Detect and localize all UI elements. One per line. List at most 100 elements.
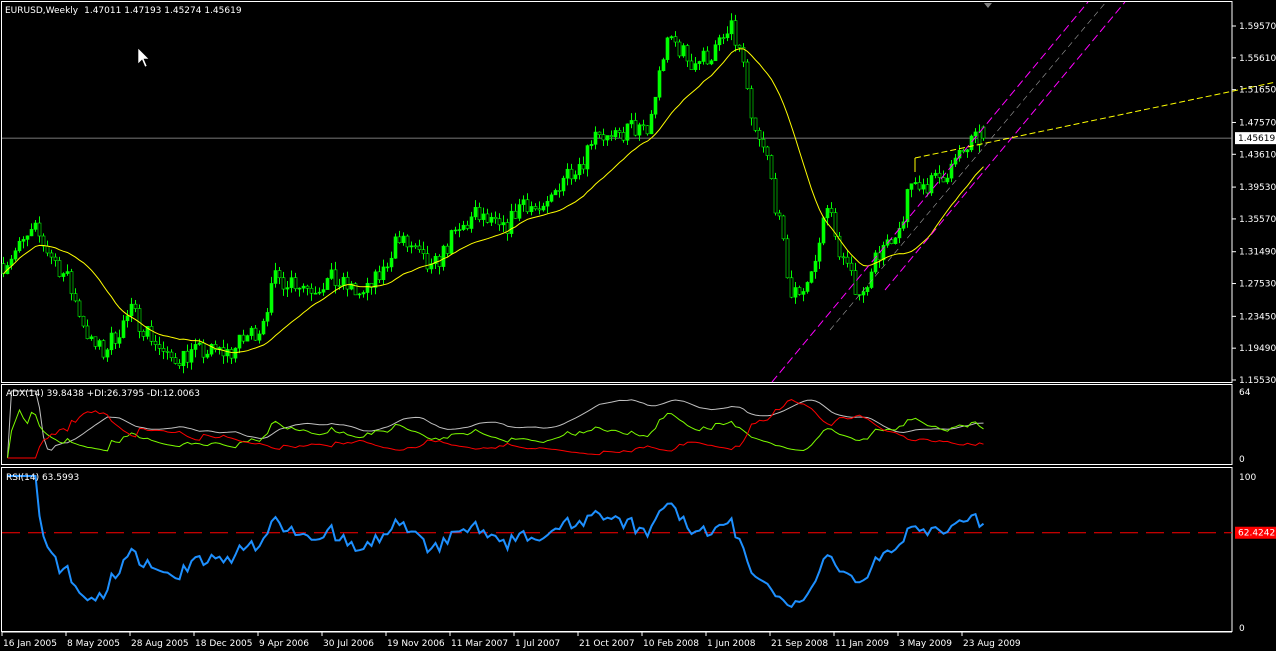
candle xyxy=(49,252,54,258)
pane-frames xyxy=(1,1,1233,632)
chart-canvas[interactable]: 1.59570 1.55610 1.51650 1.47570 1.43610 1.395… xyxy=(0,0,1276,651)
candle xyxy=(13,250,18,260)
candle xyxy=(573,174,578,180)
candle xyxy=(193,344,198,350)
trendlines[interactable] xyxy=(771,1,1276,383)
candle xyxy=(17,240,22,252)
candle xyxy=(261,320,266,335)
candle xyxy=(381,266,386,281)
y-tick-label: 1.51650 xyxy=(1239,86,1276,96)
candle xyxy=(561,177,566,192)
candle xyxy=(289,277,294,288)
candle xyxy=(877,252,882,261)
candle xyxy=(361,292,366,295)
candle xyxy=(465,224,470,229)
candle xyxy=(133,303,138,309)
candle xyxy=(861,291,866,296)
candle xyxy=(673,36,678,43)
shift-marker-icon[interactable] xyxy=(984,3,992,8)
candle xyxy=(969,135,974,151)
candle xyxy=(781,215,786,240)
candle xyxy=(613,130,618,137)
candle xyxy=(581,164,586,170)
candle xyxy=(725,33,730,39)
candle xyxy=(733,20,738,46)
candle xyxy=(149,326,154,342)
candle xyxy=(181,350,186,366)
candle xyxy=(65,271,70,274)
candle xyxy=(285,287,290,290)
adx-tick-label: 0 xyxy=(1239,455,1245,465)
candle xyxy=(757,130,762,140)
candle xyxy=(909,183,914,190)
candle xyxy=(205,353,210,358)
candle xyxy=(677,41,682,57)
y-tick-label: 1.15530 xyxy=(1239,376,1276,386)
candle xyxy=(537,208,542,211)
candle xyxy=(253,327,258,341)
candle xyxy=(625,123,630,141)
candle xyxy=(489,216,494,223)
candle xyxy=(265,312,270,322)
y-tick-label: 1.43610 xyxy=(1239,150,1276,160)
candle xyxy=(33,222,38,230)
candle xyxy=(25,235,30,240)
candle xyxy=(137,308,142,332)
candle xyxy=(113,332,118,344)
candle xyxy=(569,168,574,180)
candle xyxy=(713,44,718,62)
candle xyxy=(69,271,74,294)
candle xyxy=(57,260,62,277)
candle xyxy=(77,300,82,317)
candle xyxy=(785,238,790,279)
candle xyxy=(225,349,230,357)
candle xyxy=(585,145,590,170)
candle xyxy=(525,199,530,213)
candle xyxy=(125,315,130,322)
candle xyxy=(85,325,90,340)
candle xyxy=(509,210,514,234)
candle xyxy=(849,262,854,271)
candle xyxy=(449,230,454,254)
candle xyxy=(557,190,562,192)
candle xyxy=(293,277,298,290)
candle xyxy=(309,287,314,294)
rsi-line xyxy=(7,475,985,609)
candle xyxy=(977,131,982,146)
trendline-lower xyxy=(771,1,1089,383)
candle xyxy=(937,172,942,178)
candle xyxy=(173,357,178,364)
trendline-yellow xyxy=(914,81,1276,159)
candle xyxy=(249,327,254,336)
candle xyxy=(197,342,202,345)
candle xyxy=(277,270,282,279)
moving-average xyxy=(3,48,984,354)
candle xyxy=(409,245,414,248)
moving-average-line xyxy=(3,48,984,354)
y-tick-label: 1.27530 xyxy=(1239,280,1276,290)
x-tick-label: 23 Aug 2009 xyxy=(963,639,1021,649)
candle xyxy=(721,37,726,39)
candle xyxy=(657,70,662,98)
candle xyxy=(701,50,706,62)
y-tick-label: 1.23450 xyxy=(1239,312,1276,322)
candle xyxy=(189,349,194,363)
candle xyxy=(589,144,594,146)
candle xyxy=(237,334,242,349)
candle xyxy=(821,217,826,244)
candle xyxy=(893,237,898,244)
candle xyxy=(269,283,274,313)
x-tick-label: 30 Jul 2006 xyxy=(323,639,374,649)
candle xyxy=(317,291,322,294)
candle xyxy=(693,63,698,70)
candle xyxy=(221,347,226,357)
mouse-cursor-icon xyxy=(137,47,150,68)
candle xyxy=(761,138,766,148)
candle xyxy=(913,182,918,185)
rsi-pane xyxy=(2,475,1232,609)
candle xyxy=(37,222,42,237)
candle xyxy=(941,177,946,183)
candle xyxy=(373,271,378,288)
candle xyxy=(457,229,462,231)
candle xyxy=(169,351,174,358)
